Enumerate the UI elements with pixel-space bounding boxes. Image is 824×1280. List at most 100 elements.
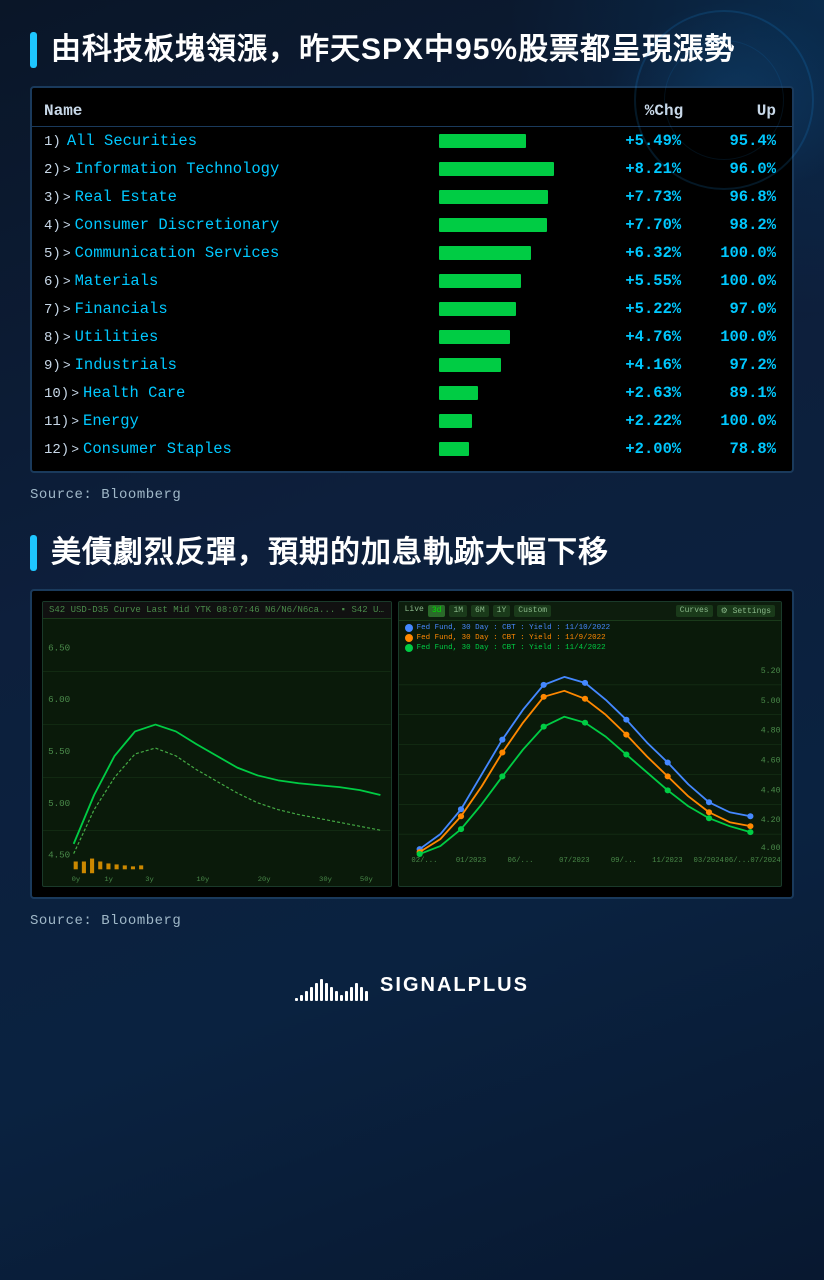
row-number: 9) [44,358,61,374]
pct-value: +5.22% [579,295,693,323]
legend-dot-1 [405,624,413,632]
charts-container: S42 USD-D35 Curve Last Mid YTK 08:07:46 … [30,589,794,899]
row-name: Consumer Discretionary [75,216,280,234]
svg-text:11/2023: 11/2023 [652,857,682,864]
logo-text: SIGNALPLUS [380,974,529,997]
legend-dot-2 [405,634,413,642]
pct-value: +7.70% [579,211,693,239]
pct-value: +4.16% [579,351,693,379]
chart-left: S42 USD-D35 Curve Last Mid YTK 08:07:46 … [42,601,392,887]
logo-bar [365,991,368,1001]
logo-bar [350,987,353,1001]
svg-text:03/2024: 03/2024 [693,857,723,864]
chart-right-toolbar: Live 3d 1M 6M 1Y Custom Curves ⚙ Setting… [399,602,781,621]
up-value: 98.2% [693,211,792,239]
table-row: 10)>Health Care+2.63%89.1% [32,379,792,407]
pct-value: +5.55% [579,267,693,295]
pct-value: +8.21% [579,155,693,183]
chart-right: Live 3d 1M 6M 1Y Custom Curves ⚙ Setting… [398,601,782,887]
bar-outer [439,412,567,430]
up-value: 100.0% [693,239,792,267]
btn-custom[interactable]: Custom [514,605,551,617]
row-name: All Securities [67,132,197,150]
svg-text:09/...: 09/... [610,857,636,864]
svg-text:4.60: 4.60 [760,757,780,766]
svg-text:0y: 0y [72,876,81,883]
pct-value: +2.63% [579,379,693,407]
logo-section: SIGNALPLUS [30,969,794,1001]
bar-outer [439,356,567,374]
col-header-pct: %Chg [579,96,693,127]
bar-cell [427,211,579,239]
col-header-bar [427,96,579,127]
row-arrow: > [63,302,71,317]
row-number: 10) [44,386,69,402]
bar-outer [439,440,567,458]
row-arrow: > [63,218,71,233]
table-row: 4)>Consumer Discretionary+7.70%98.2% [32,211,792,239]
row-arrow: > [71,442,79,457]
row-number: 1) [44,134,61,150]
bar-inner [439,442,468,456]
row-number: 6) [44,274,61,290]
up-value: 100.0% [693,267,792,295]
row-arrow: > [63,246,71,261]
logo-bar [340,995,343,1001]
toolbar-right-buttons: Curves ⚙ Settings [676,605,775,617]
row-name: Information Technology [75,160,280,178]
svg-text:6.00: 6.00 [48,695,70,705]
table-header-row: Name %Chg Up [32,96,792,127]
bar-inner [439,414,472,428]
row-name: Materials [75,272,159,290]
svg-text:4.40: 4.40 [760,786,780,795]
logo-bar [360,987,363,1001]
up-value: 78.8% [693,435,792,463]
btn-settings[interactable]: ⚙ Settings [717,605,775,617]
bar-outer [439,300,567,318]
logo-bar [310,987,313,1001]
svg-text:5.00: 5.00 [48,799,70,809]
pct-value: +2.22% [579,407,693,435]
bar-inner [439,330,509,344]
btn-curves[interactable]: Curves [676,605,713,617]
up-value: 95.4% [693,127,792,156]
row-number: 7) [44,302,61,318]
svg-text:02/...: 02/... [411,857,437,864]
source-bloomberg-1: Source: Bloomberg [30,487,794,503]
svg-text:1y: 1y [104,876,113,883]
logo-bar [320,979,323,1001]
row-arrow: > [63,190,71,205]
legend-item-1: Fed Fund, 30 Day : CBT : Yield : 11/10/2… [405,624,775,632]
btn-1y[interactable]: 1Y [493,605,511,617]
up-value: 97.2% [693,351,792,379]
bar-outer [439,132,567,150]
pct-value: +7.73% [579,183,693,211]
section2-heading-wrapper: 美債劇烈反彈，預期的加息軌跡大幅下移 [30,535,794,571]
btn-6m[interactable]: 6M [471,605,489,617]
table-row: 3)>Real Estate+7.73%96.8% [32,183,792,211]
btn-3d[interactable]: 3d [428,605,446,617]
col-header-name: Name [32,96,427,127]
table-row: 12)>Consumer Staples+2.00%78.8% [32,435,792,463]
bar-outer [439,160,567,178]
table-row: 1) All Securities +5.49%95.4% [32,127,792,156]
chart-legend: Fed Fund, 30 Day : CBT : Yield : 11/10/2… [399,621,781,655]
bar-inner [439,358,500,372]
bar-cell [427,379,579,407]
svg-text:4.80: 4.80 [760,727,780,736]
btn-1m[interactable]: 1M [449,605,467,617]
svg-text:20y: 20y [258,876,271,883]
logo-bar [295,998,298,1001]
row-arrow: > [63,162,71,177]
bar-inner [439,302,516,316]
row-arrow: > [71,414,79,429]
up-value: 97.0% [693,295,792,323]
pct-value: +5.49% [579,127,693,156]
chart-right-svg: 5.20 5.00 4.80 4.60 4.40 4.20 4.00 [399,655,781,864]
source-bloomberg-2: Source: Bloomberg [30,913,794,929]
table-row: 2)>Information Technology+8.21%96.0% [32,155,792,183]
bar-cell [427,407,579,435]
row-name: Health Care [83,384,185,402]
row-name: Consumer Staples [83,440,232,458]
heading-accent-bar-2 [30,535,37,571]
